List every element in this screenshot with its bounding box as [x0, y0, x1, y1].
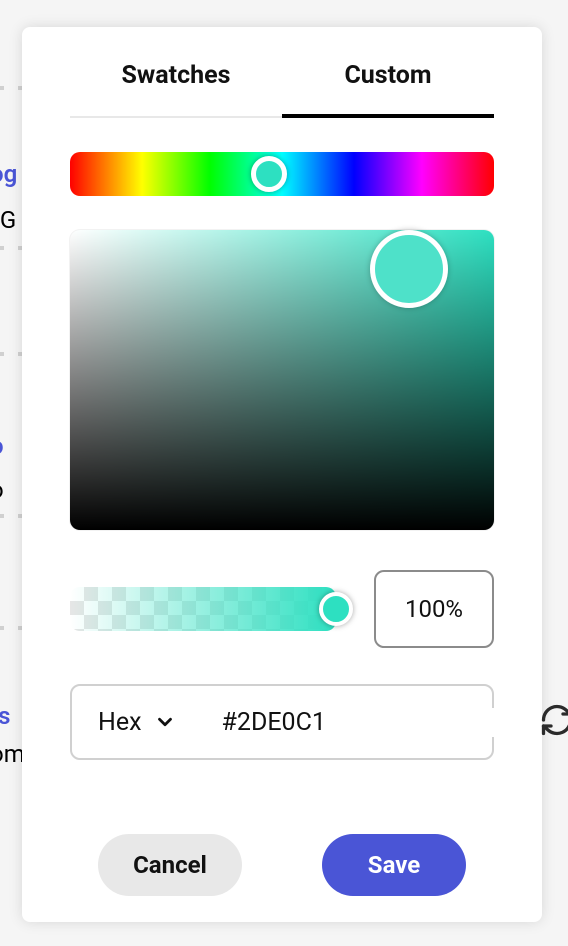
- alpha-input[interactable]: [374, 570, 494, 648]
- format-select[interactable]: Hex: [98, 708, 176, 737]
- cancel-button[interactable]: Cancel: [98, 834, 242, 896]
- bg-text: /G: [0, 206, 16, 234]
- bg-text: og: [0, 160, 17, 188]
- hex-input[interactable]: [222, 708, 539, 737]
- hue-slider[interactable]: [70, 152, 494, 196]
- picker-tabs: Swatches Custom: [70, 41, 494, 118]
- saturation-value-area[interactable]: [70, 230, 494, 530]
- bg-text: o: [0, 432, 4, 460]
- alpha-slider-thumb[interactable]: [319, 592, 353, 626]
- color-picker-panel: Swatches Custom Hex: [22, 27, 542, 922]
- bg-text: o: [0, 476, 4, 504]
- tab-custom[interactable]: Custom: [282, 41, 494, 118]
- save-button[interactable]: Save: [322, 834, 466, 896]
- color-value-row: Hex: [70, 684, 494, 760]
- format-selected-label: Hex: [98, 708, 142, 737]
- reset-icon: [539, 702, 568, 742]
- tab-swatches[interactable]: Swatches: [70, 41, 282, 118]
- bg-text: ts: [0, 702, 10, 730]
- alpha-slider[interactable]: [70, 587, 336, 631]
- reset-color-button[interactable]: [539, 702, 568, 742]
- footer-buttons: Cancel Save: [70, 834, 494, 896]
- chevron-down-icon: [154, 711, 176, 733]
- sv-thumb[interactable]: [370, 230, 448, 308]
- hue-slider-thumb[interactable]: [251, 156, 287, 192]
